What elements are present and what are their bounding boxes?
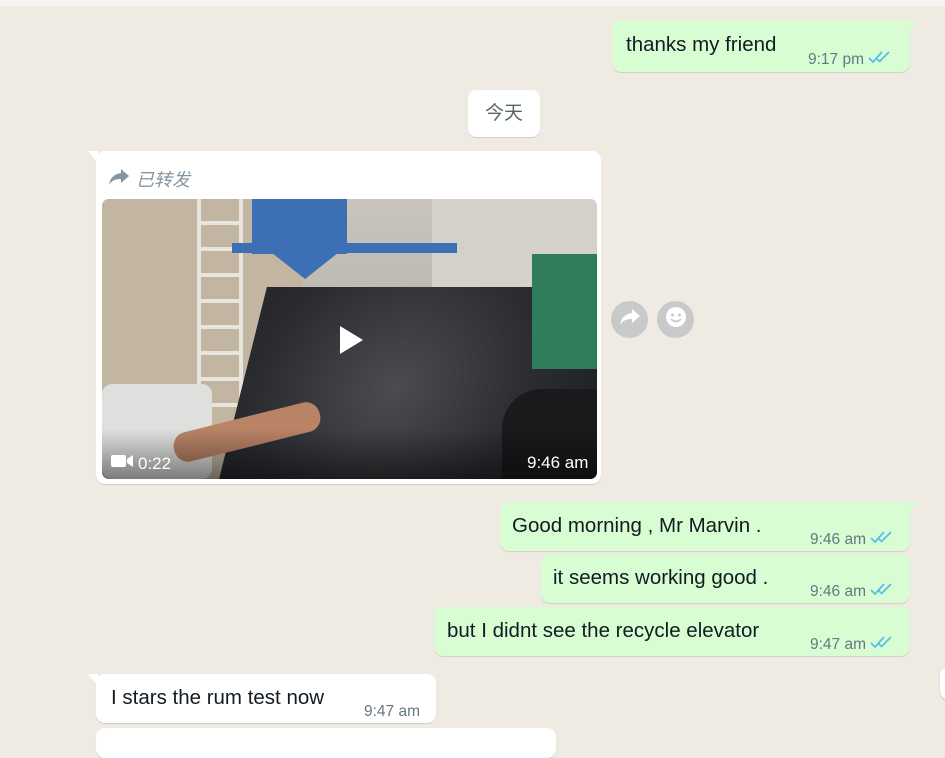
message-text: Good morning , Mr Marvin .: [512, 514, 762, 537]
message-meta: 9:47 am: [364, 698, 420, 726]
outgoing-message[interactable]: thanks my friend 9:17 pm: [612, 20, 918, 74]
play-icon[interactable]: [340, 326, 363, 354]
bubble-tail: [88, 151, 98, 163]
share-forward-button[interactable]: [611, 301, 648, 338]
incoming-message-partial[interactable]: [96, 728, 556, 758]
message-meta: 9:46 am: [810, 526, 894, 554]
video-time: 9:46 am: [527, 453, 589, 472]
message-text: it seems working good .: [553, 566, 769, 589]
bubble-tail: [88, 674, 98, 686]
double-check-icon: [870, 578, 894, 606]
double-check-icon: [870, 631, 894, 659]
double-check-icon: [868, 46, 892, 74]
react-button[interactable]: [657, 301, 694, 338]
chat-panel: thanks my friend 9:17 pm 今天 已转发 0:22 9:4…: [0, 0, 945, 758]
video-duration-text: 0:22: [138, 453, 172, 473]
forward-arrow-icon: [108, 168, 130, 191]
message-meta: 9:46 am: [810, 578, 894, 606]
message-time: 9:46 am: [810, 583, 867, 601]
outgoing-message[interactable]: it seems working good . 9:46 am: [541, 554, 910, 603]
bubble-tail: [908, 20, 918, 32]
message-time: 9:46 am: [810, 531, 867, 549]
message-text: thanks my friend: [626, 33, 777, 56]
forwarded-label: 已转发: [108, 166, 190, 192]
outgoing-message[interactable]: Good morning , Mr Marvin . 9:46 am: [500, 502, 918, 554]
video-scene-machine: [532, 254, 597, 369]
share-forward-icon: [619, 308, 641, 331]
bubble-tail: [908, 502, 918, 514]
scroll-down-button[interactable]: [940, 666, 945, 700]
forwarded-text: 已转发: [136, 170, 190, 190]
video-scene-frame: [232, 243, 457, 253]
message-time: 9:47 am: [810, 636, 867, 654]
video-shade: [102, 429, 597, 479]
message-text: I stars the rum test now: [111, 686, 325, 709]
video-scene-funnel: [267, 249, 343, 279]
double-check-icon: [870, 526, 894, 554]
date-separator: 今天: [468, 90, 540, 137]
message-meta: 9:17 pm: [808, 46, 892, 74]
outgoing-message[interactable]: but I didnt see the recycle elevator 9:4…: [434, 607, 910, 656]
message-time: 9:17 pm: [808, 51, 865, 69]
emoji-react-icon: [664, 305, 688, 334]
incoming-message[interactable]: I stars the rum test now 9:47 am: [88, 674, 436, 726]
message-text: but I didnt see the recycle elevator: [447, 619, 760, 642]
video-duration: 0:22: [110, 453, 171, 474]
message-time: 9:47 am: [364, 703, 421, 720]
message-meta: 9:47 am: [810, 631, 894, 659]
video-camera-icon: [110, 453, 134, 474]
